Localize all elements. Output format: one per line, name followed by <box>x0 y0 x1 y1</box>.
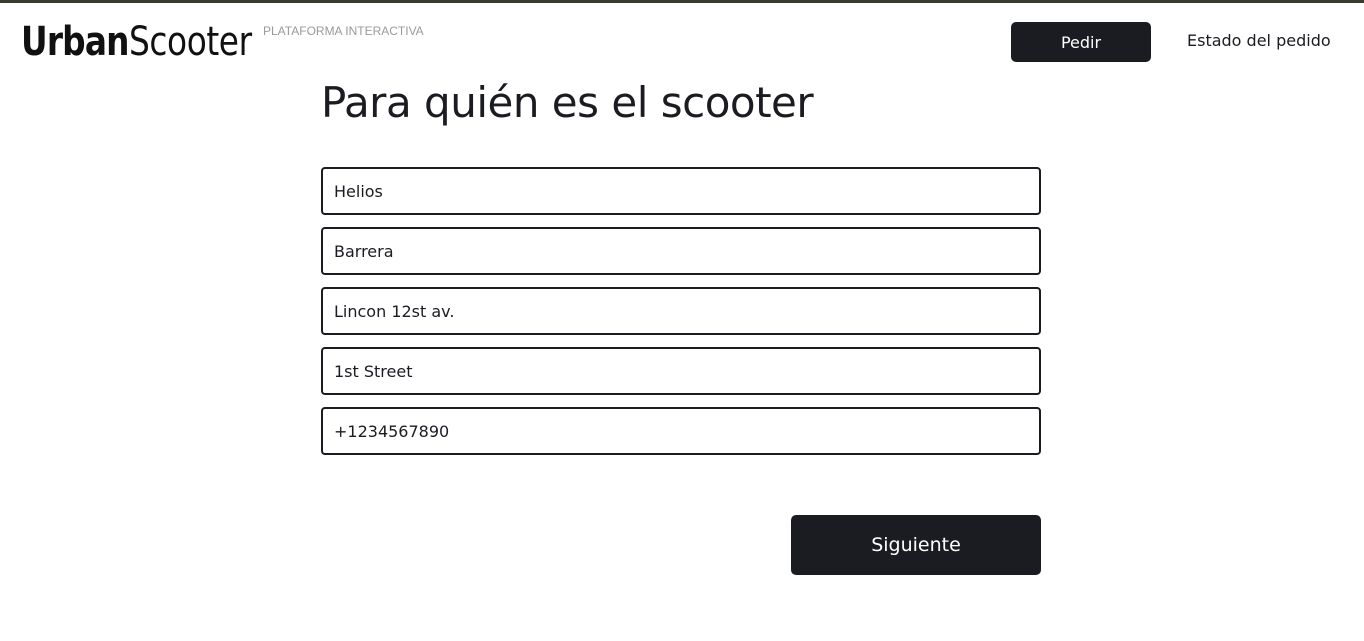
first-name-input[interactable] <box>323 169 1039 213</box>
phone-input[interactable] <box>323 409 1039 453</box>
logo-tagline: PLATAFORMA INTERACTIVA <box>263 24 424 38</box>
urban-scooter-logo[interactable]: Urban Scooter PLATAFORMA INTERACTIVA <box>21 18 424 66</box>
top-border <box>0 0 1364 3</box>
address-input[interactable] <box>323 289 1039 333</box>
address-field <box>321 287 1041 335</box>
page-title: Para quién es el scooter <box>321 78 814 127</box>
logo-word-urban: Urban <box>21 19 129 65</box>
order-status-link[interactable]: Estado del pedido <box>1187 31 1331 50</box>
phone-field <box>321 407 1041 455</box>
last-name-field <box>321 227 1041 275</box>
metro-station-field <box>321 347 1041 395</box>
next-button[interactable]: Siguiente <box>791 515 1041 575</box>
logo-word-scooter: Scooter <box>129 19 252 65</box>
last-name-input[interactable] <box>323 229 1039 273</box>
first-name-field <box>321 167 1041 215</box>
order-button[interactable]: Pedir <box>1011 22 1151 62</box>
metro-station-input[interactable] <box>323 349 1039 393</box>
